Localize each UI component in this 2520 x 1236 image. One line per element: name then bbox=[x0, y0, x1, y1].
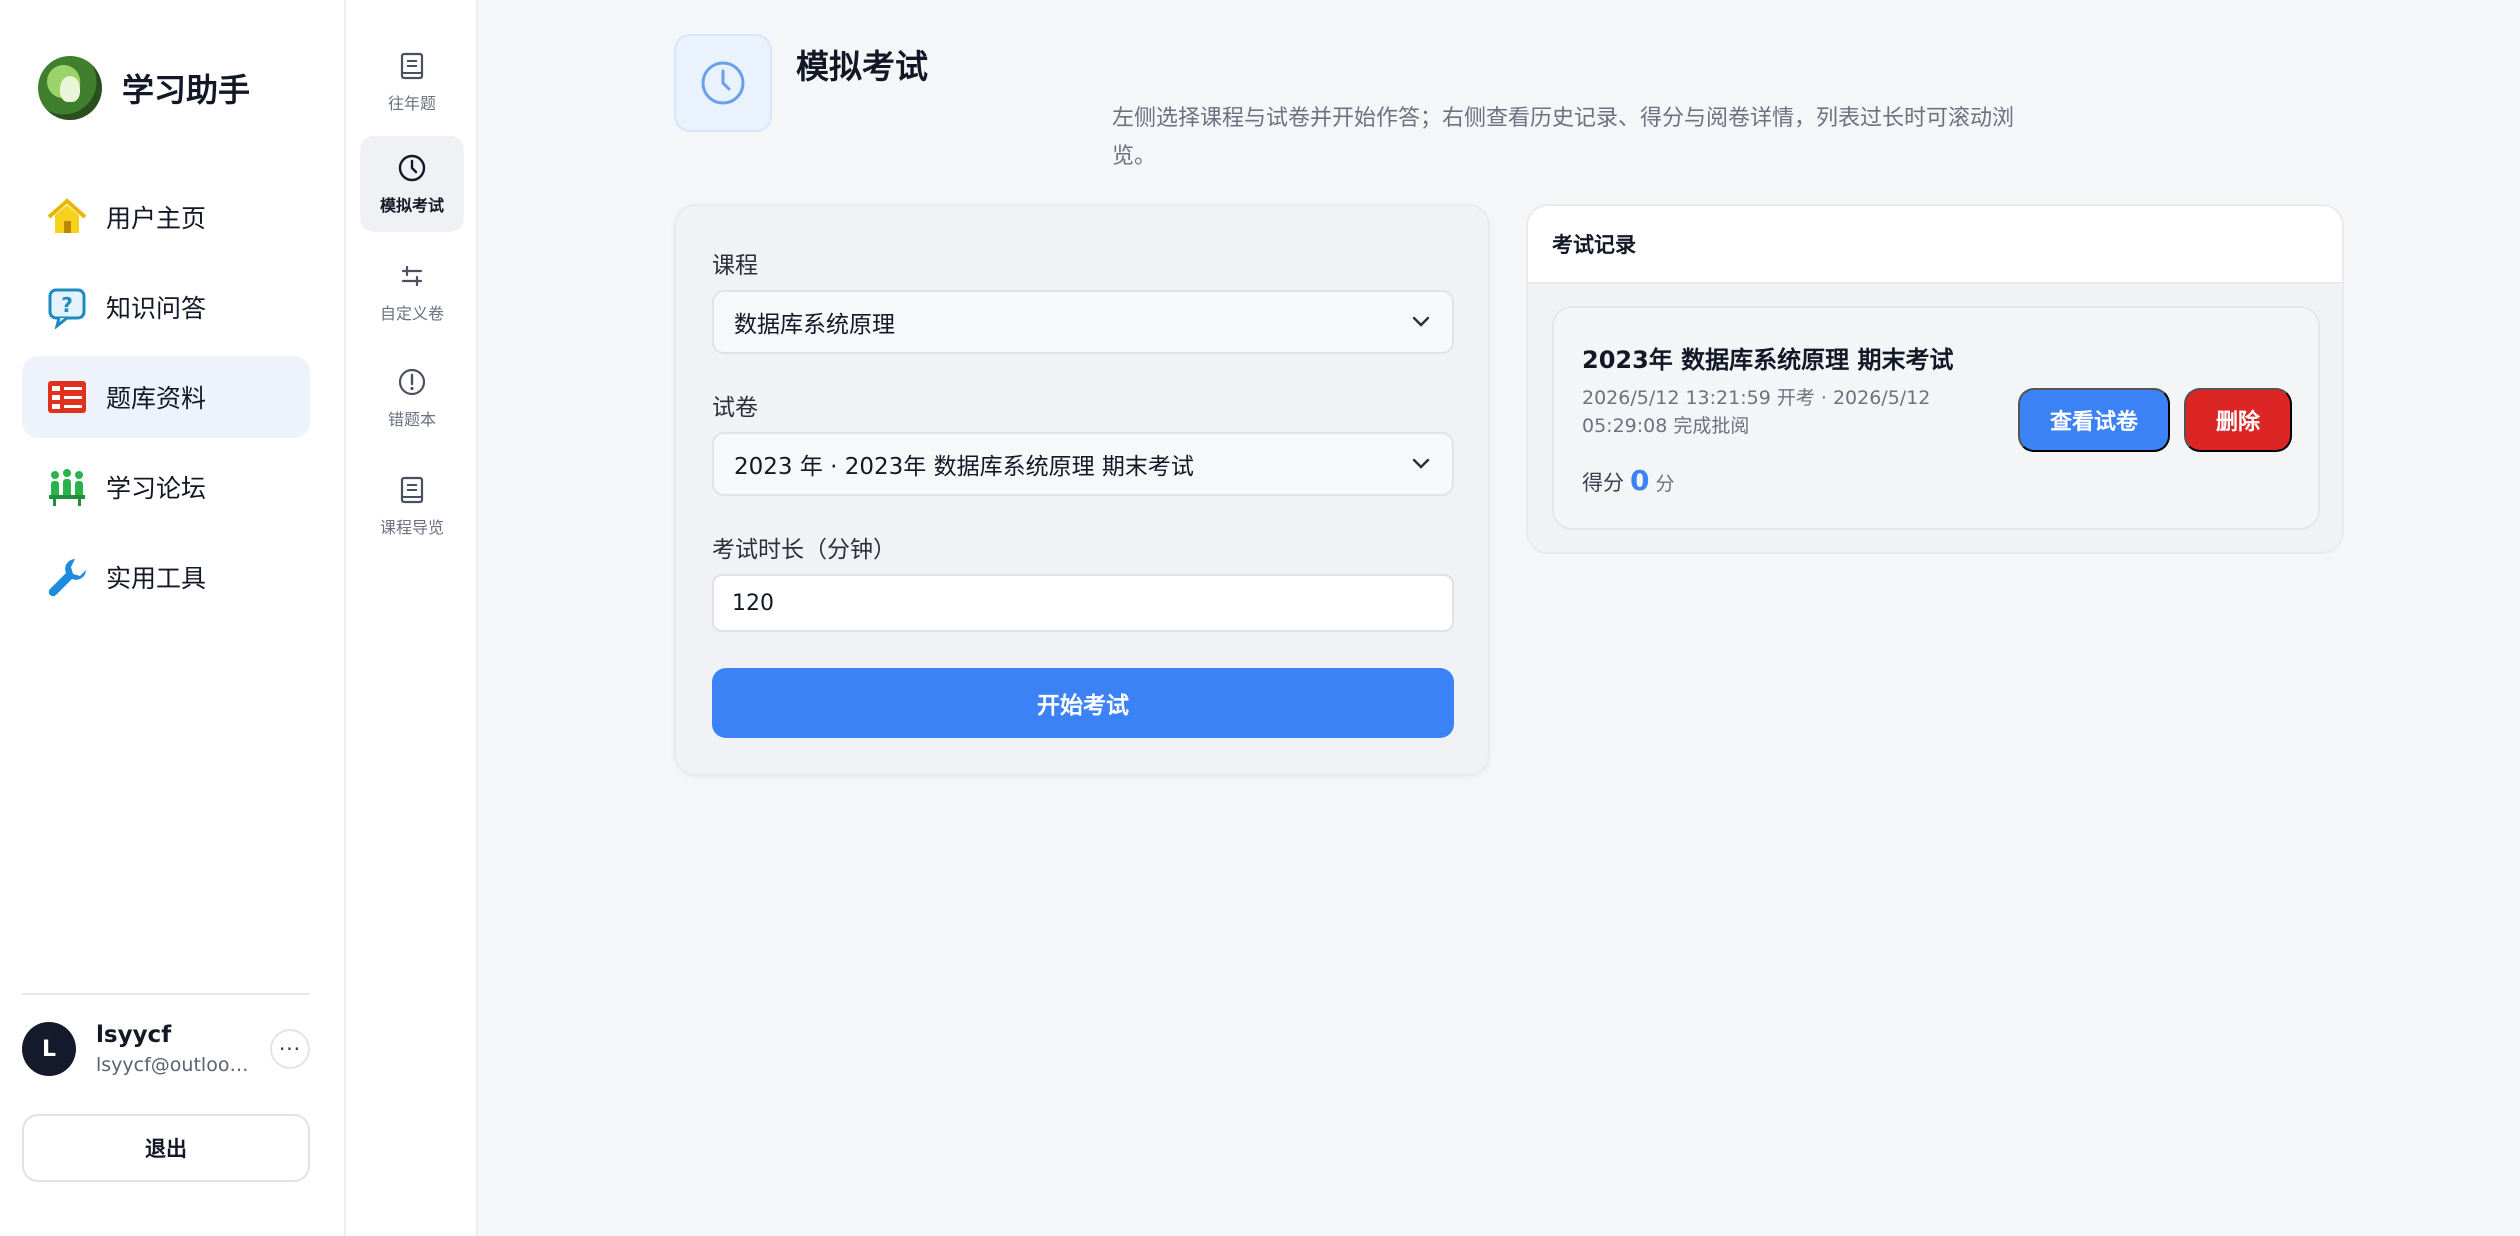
book-icon bbox=[396, 50, 428, 82]
sidebar-divider bbox=[22, 993, 310, 995]
duration-label: 考试时长（分钟） bbox=[712, 537, 896, 563]
clock-icon bbox=[701, 61, 745, 105]
score-label: 得分 bbox=[1582, 471, 1624, 495]
question-bank-icon bbox=[44, 374, 90, 420]
subnav-label: 往年题 bbox=[387, 94, 436, 113]
exam-setup-card: 课程 数据库系统原理 试卷 2023 年 · 2023年 数据库系统原理 期末考… bbox=[674, 204, 1490, 776]
score-unit: 分 bbox=[1655, 473, 1675, 495]
course-select[interactable]: 数据库系统原理 bbox=[712, 290, 1454, 354]
user-info: lsyycf lsyycf@outlook.com bbox=[96, 1022, 256, 1076]
wrench-icon bbox=[44, 554, 90, 600]
nav-label: 实用工具 bbox=[106, 564, 207, 593]
brand-title: 学习助手 bbox=[122, 71, 251, 109]
main-nav: 用户主页 ? 知识问答 题库资料 学习论坛 实用工具 bbox=[22, 176, 310, 626]
home-icon bbox=[44, 194, 90, 240]
subnav-label: 模拟考试 bbox=[379, 196, 444, 215]
course-label: 课程 bbox=[712, 253, 758, 279]
nav-item-forum[interactable]: 学习论坛 bbox=[22, 446, 310, 528]
nav-label: 题库资料 bbox=[106, 384, 207, 413]
record-item: 2023年 数据库系统原理 期末考试 2026/5/12 13:21:59 开考… bbox=[1552, 306, 2320, 530]
page-description: 左侧选择课程与试卷并开始作答；右侧查看历史记录、得分与阅卷详情，列表过长时可滚动… bbox=[1112, 106, 2015, 169]
brand-logo bbox=[38, 56, 102, 120]
brand[interactable]: 学习助手 bbox=[38, 56, 250, 120]
user-profile: L lsyycf lsyycf@outlook.com ··· bbox=[22, 1018, 310, 1080]
nav-label: 用户主页 bbox=[106, 204, 207, 233]
subnav-label: 课程导览 bbox=[379, 518, 444, 537]
records-title: 考试记录 bbox=[1528, 206, 2342, 284]
subnav-item-past-papers[interactable]: 往年题 bbox=[360, 34, 464, 130]
main-sidebar: 学习助手 用户主页 ? 知识问答 题库资料 学习论坛 实用工具 L lsyycf… bbox=[0, 0, 346, 1236]
logout-button[interactable]: 退出 bbox=[22, 1114, 310, 1182]
record-title: 2023年 数据库系统原理 期末考试 bbox=[1582, 346, 1954, 374]
alert-circle-icon bbox=[396, 366, 428, 398]
custom-paper-icon bbox=[396, 260, 428, 292]
user-name: lsyycf bbox=[96, 1022, 172, 1048]
page-icon bbox=[674, 34, 772, 132]
subnav-item-custom-paper[interactable]: 自定义卷 bbox=[360, 244, 464, 340]
subnav-label: 错题本 bbox=[387, 410, 436, 429]
start-exam-button[interactable]: 开始考试 bbox=[712, 668, 1454, 738]
question-bubble-icon: ? bbox=[44, 284, 90, 330]
clock-icon bbox=[396, 152, 428, 184]
page-title: 模拟考试 bbox=[796, 47, 928, 86]
duration-input[interactable]: 120 bbox=[712, 574, 1454, 632]
record-score: 得分 0 分 bbox=[1582, 464, 1675, 497]
subnav-item-mock-exam[interactable]: 模拟考试 bbox=[360, 136, 464, 232]
forum-people-icon bbox=[44, 464, 90, 510]
nav-item-user-home[interactable]: 用户主页 bbox=[22, 176, 310, 258]
user-email: lsyycf@outlook.com bbox=[96, 1054, 256, 1076]
paper-select[interactable]: 2023 年 · 2023年 数据库系统原理 期末考试 bbox=[712, 432, 1454, 496]
book-icon bbox=[396, 474, 428, 506]
nav-item-tools[interactable]: 实用工具 bbox=[22, 536, 310, 618]
course-select-value: 数据库系统原理 bbox=[734, 312, 895, 338]
view-paper-button[interactable]: 查看试卷 bbox=[2018, 388, 2170, 452]
chevron-down-icon bbox=[1410, 453, 1432, 475]
paper-label: 试卷 bbox=[712, 395, 758, 421]
nav-item-knowledge-qa[interactable]: ? 知识问答 bbox=[22, 266, 310, 348]
nav-label: 知识问答 bbox=[106, 294, 207, 323]
more-options-button[interactable]: ··· bbox=[270, 1029, 310, 1069]
nav-item-question-bank[interactable]: 题库资料 bbox=[22, 356, 310, 438]
exam-records-card: 考试记录 2023年 数据库系统原理 期末考试 2026/5/12 13:21:… bbox=[1526, 204, 2344, 554]
subnav-item-course-guide[interactable]: 课程导览 bbox=[360, 458, 464, 554]
paper-select-value: 2023 年 · 2023年 数据库系统原理 期末考试 bbox=[734, 454, 1194, 480]
avatar[interactable]: L bbox=[22, 1022, 76, 1076]
chevron-down-icon bbox=[1410, 311, 1432, 333]
sub-sidebar: 往年题 模拟考试 自定义卷 错题本 课程导览 bbox=[346, 0, 478, 1236]
subnav-label: 自定义卷 bbox=[379, 304, 444, 323]
svg-text:?: ? bbox=[61, 293, 73, 317]
subnav-item-wrong-questions[interactable]: 错题本 bbox=[360, 350, 464, 446]
record-meta: 2026/5/12 13:21:59 开考 · 2026/5/12 05:29:… bbox=[1582, 387, 1931, 437]
nav-label: 学习论坛 bbox=[106, 474, 207, 503]
delete-record-button[interactable]: 删除 bbox=[2184, 388, 2292, 452]
score-value: 0 bbox=[1630, 464, 1650, 497]
